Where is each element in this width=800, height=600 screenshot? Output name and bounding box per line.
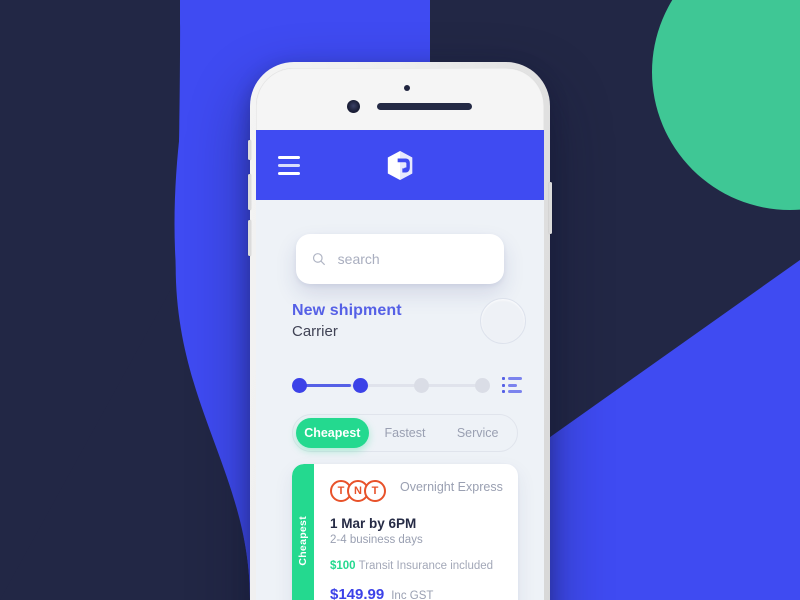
phone-top-hardware (256, 68, 544, 130)
stepper-dot-1[interactable] (292, 377, 307, 393)
app-header (256, 130, 544, 200)
tnt-letter-3: T (364, 480, 386, 502)
stepper-dot-3[interactable] (414, 377, 429, 393)
delivery-eta: 1 Mar by 6PM (330, 516, 417, 531)
carrier-card-tnt[interactable]: Cheapest T N T Overnight Express 1 Mar b… (292, 464, 518, 600)
proximity-sensor-icon (404, 85, 410, 91)
volume-up-button[interactable] (248, 174, 251, 210)
insurance-line: $100 Transit Insurance included (330, 560, 504, 572)
price-amount: $149.99 (330, 586, 385, 600)
delivery-days: 2-4 business days (330, 534, 423, 546)
stepper-dot-2[interactable] (353, 377, 368, 393)
tab-service[interactable]: Service (441, 418, 514, 448)
cheapest-ribbon: Cheapest (292, 464, 314, 600)
filter-tabs: Cheapest Fastest Service (292, 414, 518, 452)
list-view-icon[interactable] (502, 377, 522, 393)
new-shipment-section: New shipment Carrier (292, 298, 526, 344)
tnt-logo-icon: T N T (330, 480, 386, 502)
search-icon (312, 253, 325, 266)
price-row: $149.99 Inc GST (330, 586, 504, 600)
silent-switch[interactable] (248, 140, 251, 160)
power-button[interactable] (549, 182, 552, 234)
earpiece-speaker (377, 103, 472, 110)
price-gst-note: Inc GST (391, 590, 434, 600)
progress-stepper[interactable] (292, 377, 490, 393)
tab-fastest[interactable]: Fastest (369, 418, 442, 448)
screenshot-stage: New shipment Carrier (0, 0, 800, 600)
insurance-amount: $100 (330, 560, 356, 572)
hamburger-menu-icon[interactable] (278, 155, 300, 175)
search-bar[interactable] (296, 234, 504, 284)
carrier-results-list: Cheapest T N T Overnight Express 1 Mar b… (292, 464, 518, 600)
phone-screen-area: New shipment Carrier (256, 68, 544, 600)
box-cube-logo-icon (387, 150, 413, 180)
ribbon-label: Cheapest (297, 515, 309, 566)
insurance-text: Transit Insurance included (358, 560, 494, 572)
front-camera-icon (347, 100, 360, 113)
stepper-dot-4[interactable] (475, 377, 490, 393)
carrier-avatar-circle[interactable] (480, 298, 526, 344)
volume-down-button[interactable] (248, 220, 251, 256)
search-input[interactable] (337, 251, 488, 267)
tab-cheapest[interactable]: Cheapest (296, 418, 369, 448)
service-name: Overnight Express (400, 480, 503, 494)
app-screen: New shipment Carrier (256, 130, 544, 600)
progress-stepper-row (292, 377, 522, 393)
phone-device: New shipment Carrier (248, 62, 552, 600)
card-body: T N T Overnight Express 1 Mar by 6PM 2-4… (314, 464, 518, 600)
